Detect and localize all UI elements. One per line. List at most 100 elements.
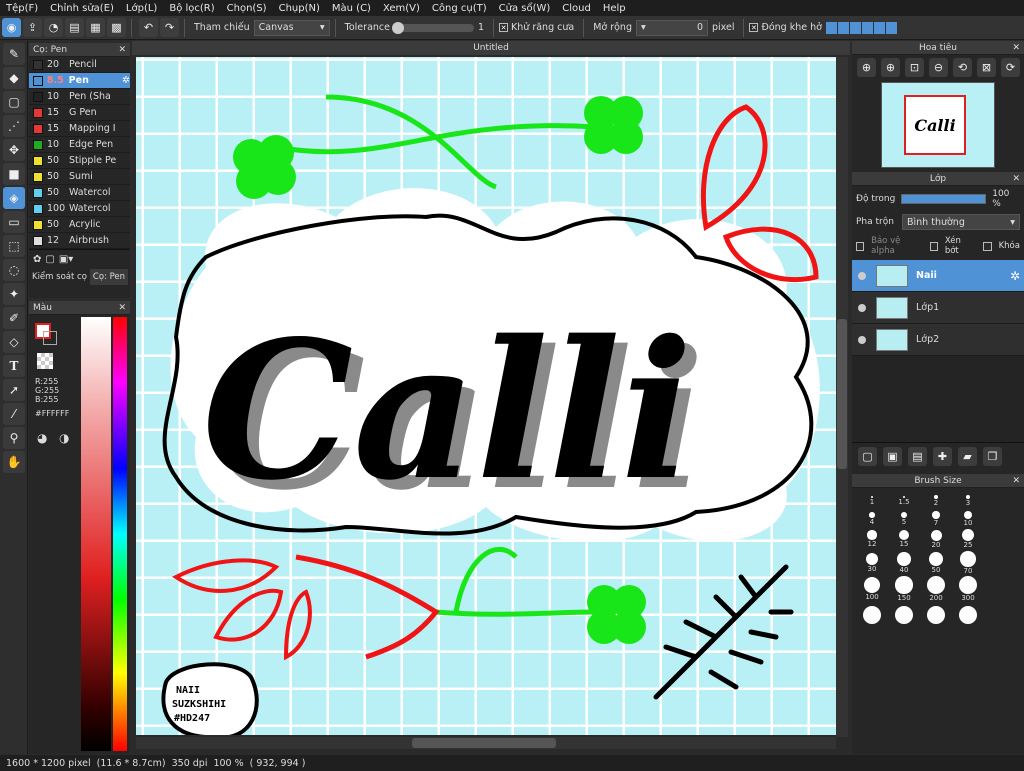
palette-add-icon[interactable]: ◑ — [59, 431, 69, 445]
blend-select[interactable]: Bình thường ▾ — [902, 214, 1020, 230]
menu-item-11[interactable]: Help — [597, 3, 632, 14]
palette-icon[interactable]: ◕ — [37, 431, 47, 445]
comment-icon[interactable]: ◔ — [44, 18, 63, 37]
expand-input[interactable]: ▾ 0 — [636, 19, 708, 36]
eye-icon[interactable] — [858, 303, 866, 312]
document-icon[interactable]: ▦ — [86, 18, 105, 37]
eye-icon[interactable] — [858, 335, 866, 344]
menu-item-0[interactable]: Tệp(F) — [0, 3, 44, 14]
rotate-icon[interactable]: ⟲ — [953, 58, 972, 77]
new-brush-icon[interactable]: ▢ — [45, 254, 54, 265]
horizontal-scroll-thumb[interactable] — [412, 738, 556, 748]
brush-item[interactable]: 10 Pen (Sha — [29, 89, 130, 105]
brush-size-option[interactable]: 100 — [856, 576, 888, 602]
menu-item-2[interactable]: Lớp(L) — [120, 3, 163, 14]
close-icon[interactable]: ✕ — [1012, 174, 1020, 184]
opacity-slider[interactable] — [900, 194, 987, 204]
brush-size-option[interactable]: 12 — [856, 528, 888, 550]
gear-icon[interactable]: ✲ — [122, 75, 130, 86]
brush-size-option[interactable]: 40 — [888, 550, 920, 576]
add-layer-menu-icon[interactable]: ✚ — [933, 447, 952, 466]
dotted-pen-icon[interactable]: ⋰ — [3, 115, 25, 137]
brush-icon[interactable]: ✎ — [3, 43, 25, 65]
close-icon[interactable]: ✕ — [118, 45, 126, 55]
fill-shape-icon[interactable]: ■ — [3, 163, 25, 185]
zoom-out-icon[interactable]: ⊖ — [929, 58, 948, 77]
close-gap-checkbox[interactable]: ✕ — [749, 23, 759, 32]
brush-size-option[interactable]: 150 — [888, 576, 920, 602]
bucket-icon[interactable]: ◈ — [3, 187, 25, 209]
close-icon[interactable]: ✕ — [1012, 476, 1020, 486]
brush-size-option[interactable]: 7 — [920, 510, 952, 528]
brush-size-option[interactable]: 30 — [856, 550, 888, 576]
zoom-fit-icon[interactable]: ⊕ — [857, 58, 876, 77]
brush-size-option[interactable]: 50 — [920, 550, 952, 576]
close-icon[interactable]: ✕ — [1012, 43, 1020, 53]
tab-brush-control[interactable]: Kiểm soát cọ — [29, 269, 90, 285]
brush-item[interactable]: 50 Watercol — [29, 185, 130, 201]
fit-screen-icon[interactable]: ⊡ — [905, 58, 924, 77]
eyedropper-icon[interactable]: ⚲ — [3, 427, 25, 449]
brush-size-option[interactable]: 5 — [888, 510, 920, 528]
menu-item-1[interactable]: Chỉnh sửa(E) — [44, 3, 120, 14]
brush-item[interactable]: 50 Acrylic — [29, 217, 130, 233]
brush-item[interactable]: 100 Watercol — [29, 201, 130, 217]
brush-item[interactable]: 15 Mapping I — [29, 121, 130, 137]
fill-tool-icon[interactable]: ◉ — [2, 18, 21, 37]
tab-brush-pen[interactable]: Cọ: Pen — [89, 269, 129, 285]
brush-size-option[interactable]: 2 — [920, 492, 952, 510]
redo-icon[interactable]: ↷ — [160, 18, 179, 37]
layer-item[interactable]: Lớp2 — [852, 324, 1024, 356]
protect-alpha-checkbox[interactable] — [856, 241, 865, 251]
rectangle-icon[interactable]: ▢ — [3, 91, 25, 113]
select-rect-icon[interactable]: ⬚ — [3, 235, 25, 257]
menu-item-5[interactable]: Chụp(N) — [273, 3, 326, 14]
horizontal-scrollbar[interactable] — [136, 737, 836, 749]
brush-size-option[interactable] — [888, 602, 920, 628]
export-icon[interactable]: ⇪ — [23, 18, 42, 37]
brush-size-option[interactable]: 4 — [856, 510, 888, 528]
brush-item[interactable]: 15 G Pen — [29, 105, 130, 121]
menu-item-4[interactable]: Chọn(S) — [221, 3, 273, 14]
brush-item[interactable]: 12 Airbrush — [29, 233, 130, 249]
brush-size-option[interactable] — [952, 602, 984, 628]
tolerance-slider[interactable] — [391, 21, 474, 34]
brush-size-option[interactable]: 1 — [856, 492, 888, 510]
saturation-bar[interactable] — [81, 317, 111, 751]
folder-icon[interactable]: ▰ — [958, 447, 977, 466]
menu-item-10[interactable]: Cloud — [556, 3, 597, 14]
brush-size-option[interactable]: 300 — [952, 576, 984, 602]
text-icon[interactable]: T — [3, 355, 25, 377]
clip-checkbox[interactable] — [929, 241, 938, 251]
brush-menu-icon[interactable]: ▣▾ — [59, 254, 73, 265]
brush-size-option[interactable]: 200 — [920, 576, 952, 602]
select-eraser-icon[interactable]: ◇ — [3, 331, 25, 353]
reset-view-icon[interactable]: ⊠ — [977, 58, 996, 77]
gradient-icon[interactable]: ▭ — [3, 211, 25, 233]
antialias-checkbox[interactable]: ✕ — [499, 23, 509, 32]
canvas-tab[interactable]: Untitled — [132, 41, 850, 55]
menu-item-9[interactable]: Cửa sổ(W) — [493, 3, 557, 14]
artwork[interactable]: Calli Calli NAII SUZKSHIHI #HD247 — [136, 57, 836, 735]
gear-icon[interactable]: ✲ — [1010, 269, 1020, 283]
vertical-scroll-thumb[interactable] — [837, 319, 847, 469]
brush-item[interactable]: 8.5 Pen ✲ — [29, 73, 130, 89]
navigator-viewport[interactable]: Calli — [904, 95, 966, 155]
menu-item-6[interactable]: Màu (C) — [326, 3, 377, 14]
duplicate-layer-icon[interactable]: ❐ — [983, 447, 1002, 466]
brush-item[interactable]: 20 Pencil — [29, 57, 130, 73]
menu-item-3[interactable]: Bộ lọc(R) — [163, 3, 220, 14]
brush-item[interactable]: 50 Sumi — [29, 169, 130, 185]
reference-select[interactable]: Canvas ▾ — [253, 19, 330, 36]
eye-icon[interactable] — [858, 271, 866, 280]
rotate-right-icon[interactable]: ⟳ — [1001, 58, 1020, 77]
layer-item[interactable]: Naii ✲ — [852, 260, 1024, 292]
hue-bar[interactable] — [113, 317, 127, 751]
brush-size-option[interactable]: 15 — [888, 528, 920, 550]
menu-item-8[interactable]: Công cụ(T) — [426, 3, 493, 14]
close-icon[interactable]: ✕ — [118, 303, 126, 313]
brush-size-option[interactable]: 25 — [952, 528, 984, 550]
brush-size-option[interactable] — [856, 602, 888, 628]
eraser-icon[interactable]: ◆ — [3, 67, 25, 89]
close-gap-levels[interactable] — [825, 21, 897, 34]
